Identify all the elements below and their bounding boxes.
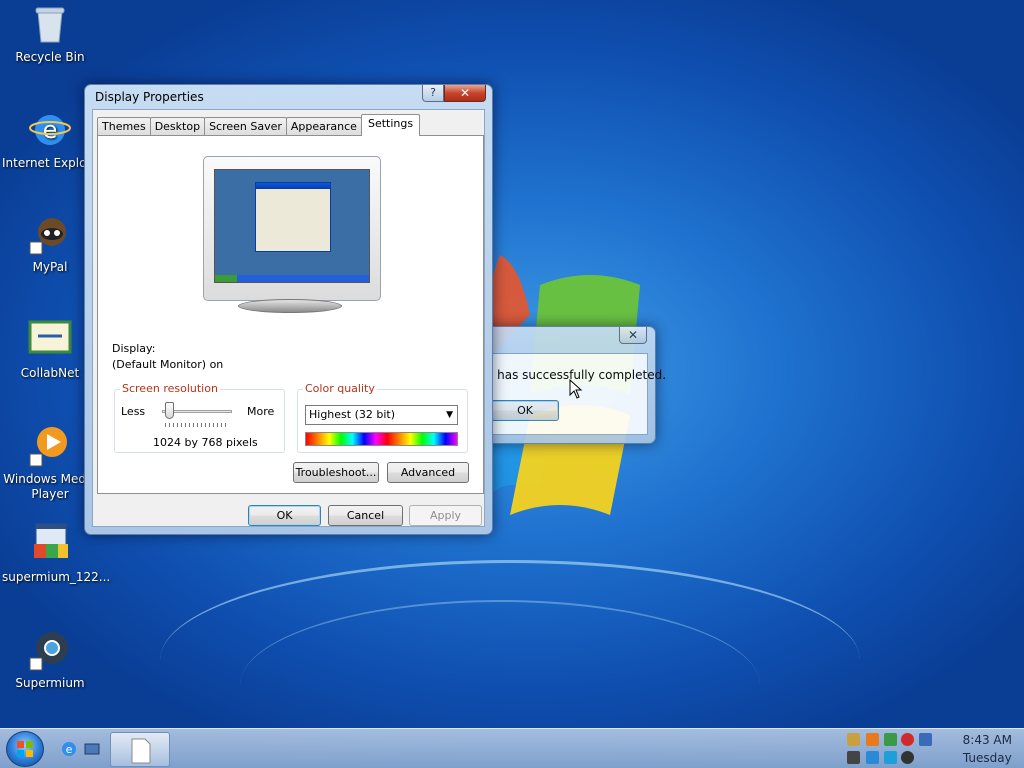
advanced-button[interactable]: Advanced xyxy=(387,462,469,483)
ok-button[interactable]: OK xyxy=(248,505,321,526)
clock-day: Tuesday xyxy=(962,751,1012,765)
ie-quicklaunch-icon[interactable]: e xyxy=(60,740,78,758)
show-desktop-icon[interactable] xyxy=(83,740,101,758)
display-value: (Default Monitor) on xyxy=(112,358,224,371)
installer-icon xyxy=(28,522,72,566)
clock[interactable]: 8:43 AM Tuesday xyxy=(963,731,1012,767)
screen-resolution-title: Screen resolution xyxy=(120,382,220,395)
troubleshoot-button[interactable]: Troubleshoot... xyxy=(293,462,379,483)
display-properties-window: Display Properties ? ✕ Themes Desktop Sc… xyxy=(84,84,493,535)
start-button[interactable] xyxy=(6,731,44,767)
desktop-icon-supermium[interactable]: Supermium xyxy=(2,628,98,691)
resolution-slider-thumb[interactable] xyxy=(165,402,175,419)
color-spectrum-bar xyxy=(305,432,458,446)
monitor-preview xyxy=(203,156,381,301)
clock-time: 8:43 AM xyxy=(962,733,1012,747)
monitor-stand xyxy=(238,299,342,313)
desktop-icon-label: Supermium xyxy=(15,676,85,690)
cancel-button[interactable]: Cancel xyxy=(328,505,403,526)
desktop-icon-label: supermium_122... xyxy=(2,570,111,584)
tray-icon[interactable] xyxy=(847,751,860,764)
media-player-icon xyxy=(28,424,72,468)
more-label: More xyxy=(247,405,275,418)
raccoon-icon xyxy=(28,212,72,256)
desktop-icon-recycle-bin[interactable]: Recycle Bin xyxy=(2,2,98,65)
color-quality-select[interactable]: Highest (32 bit) ▼ xyxy=(305,405,458,425)
document-icon xyxy=(131,738,151,764)
color-quality-group: Color quality Highest (32 bit) ▼ xyxy=(297,382,468,453)
tray-icon[interactable] xyxy=(847,733,860,746)
internet-explorer-icon: e xyxy=(28,108,72,152)
display-label: Display: xyxy=(112,342,156,355)
preview-taskbar xyxy=(215,275,369,282)
tray-icon[interactable] xyxy=(866,733,879,746)
color-quality-title: Color quality xyxy=(303,382,377,395)
recycle-bin-icon xyxy=(28,2,72,46)
help-icon[interactable]: ? xyxy=(422,85,444,102)
certificate-icon xyxy=(28,318,72,362)
tab-desktop[interactable]: Desktop xyxy=(149,117,206,136)
tray-icon[interactable] xyxy=(901,751,914,764)
tray-icon[interactable] xyxy=(884,751,897,764)
mouse-cursor-icon xyxy=(569,379,583,399)
tray-icon[interactable] xyxy=(901,733,914,746)
svg-text:e: e xyxy=(66,743,73,756)
preview-start-button xyxy=(215,275,237,282)
windows-flag-icon xyxy=(17,741,33,757)
tab-screen-saver[interactable]: Screen Saver xyxy=(204,117,287,136)
tray-icon[interactable] xyxy=(866,751,879,764)
resolution-value: 1024 by 768 pixels xyxy=(153,436,258,449)
monitor-screen xyxy=(214,169,370,283)
color-quality-selected: Highest (32 bit) xyxy=(309,408,396,421)
window-client-area: Themes Desktop Screen Saver Appearance S… xyxy=(92,109,485,527)
taskbar-window-button[interactable] xyxy=(110,732,170,767)
svg-text:e: e xyxy=(43,116,58,144)
tab-settings[interactable]: Settings xyxy=(360,114,421,136)
message-ok-button[interactable]: OK xyxy=(491,400,559,421)
preview-window xyxy=(255,182,331,252)
close-icon[interactable]: ✕ xyxy=(444,85,486,102)
dropdown-arrow-icon: ▼ xyxy=(446,410,453,420)
desktop-icon-label: Recycle Bin xyxy=(15,50,85,64)
tab-appearance[interactable]: Appearance xyxy=(285,117,362,136)
slider-ticks xyxy=(165,423,229,427)
close-icon[interactable]: ✕ xyxy=(619,327,647,344)
screen-resolution-group: Screen resolution Less More 1024 by 768 … xyxy=(114,382,285,453)
tab-themes[interactable]: Themes xyxy=(97,117,151,136)
window-title: Display Properties xyxy=(95,90,204,104)
tab-strip: Themes Desktop Screen Saver Appearance S… xyxy=(97,114,421,136)
supermium-icon xyxy=(28,628,72,672)
taskbar: e 8:43 AM Tuesday xyxy=(0,728,1024,768)
tray-icon[interactable] xyxy=(884,733,897,746)
less-label: Less xyxy=(121,405,146,418)
desktop-icon-supermium-installer[interactable]: supermium_122... xyxy=(2,522,111,585)
apply-button[interactable]: Apply xyxy=(409,505,482,526)
tray-network-icon[interactable] xyxy=(919,733,932,746)
settings-tab-panel: Display: (Default Monitor) on Screen res… xyxy=(97,135,484,494)
